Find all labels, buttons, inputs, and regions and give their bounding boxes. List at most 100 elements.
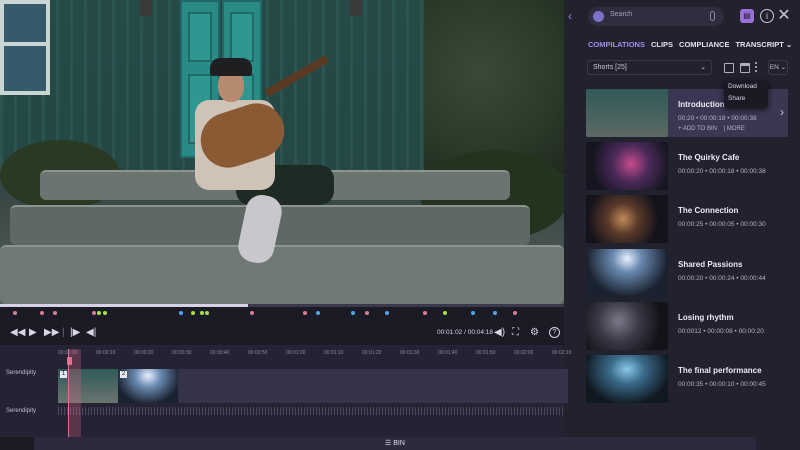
timeline-marker[interactable] [102, 311, 107, 315]
clip-item[interactable]: Losing rhythm 00:0012 • 00:00:08 • 00:00… [586, 302, 788, 350]
search-placeholder: Search [610, 11, 633, 18]
clip-title: Losing rhythm [678, 313, 734, 322]
shorts-dropdown[interactable]: Shorts [25] ⌄ [587, 60, 712, 75]
clip-time: 00:00:35 • 00:00:10 • 00:00:45 [678, 381, 766, 388]
timeline-ruler: 00:00:00 00:00:10 00:00:20 00:00:30 00:00:40… [58, 349, 571, 359]
track-label: Serendipity [6, 370, 37, 376]
ruler-tick: 00:00:30 [172, 350, 192, 356]
info-icon[interactable]: i [760, 9, 774, 23]
ruler-tick: 00:00:40 [210, 350, 230, 356]
clip-item[interactable]: The final performance 00:00:35 • 00:00:1… [586, 355, 788, 403]
language-select[interactable]: EN ⌄ [768, 60, 788, 75]
timeline-marker[interactable] [442, 311, 447, 315]
timeline-marker[interactable] [204, 311, 209, 315]
timeline-marker[interactable] [13, 311, 18, 315]
menu-item-share[interactable]: Share [724, 92, 768, 104]
timeline-marker[interactable] [423, 311, 428, 315]
clip-title: The Quirky Cafe [678, 153, 740, 162]
video-track[interactable]: 1 2 [58, 369, 568, 403]
timeline-clip[interactable]: 1 [58, 369, 118, 403]
timeline-marker[interactable] [179, 311, 184, 315]
divider: | [62, 327, 65, 338]
clip-thumbnail [586, 302, 668, 350]
next-frame-icon[interactable]: |▶ [70, 327, 80, 339]
wall-lamp [350, 0, 362, 16]
clip-item[interactable]: Shared Passions 00:00:20 • 00:00:24 • 00… [586, 249, 788, 297]
menu-item-download[interactable]: Download [724, 80, 768, 92]
settings-gear-icon[interactable]: ⚙ [530, 327, 539, 339]
timeline-marker[interactable] [492, 311, 497, 315]
playhead-handle[interactable] [67, 357, 72, 365]
fast-forward-icon[interactable]: ▶▶ [44, 327, 59, 339]
timeline-marker[interactable] [471, 311, 476, 315]
play-icon[interactable]: ▶ [29, 327, 37, 339]
add-to-bin-button[interactable]: + ADD TO BIN [678, 126, 717, 132]
progress-fill [0, 304, 249, 307]
clip-time: 00:00:20 • 00:00:18 • 00:00:38 [678, 168, 766, 175]
audio-waveform[interactable] [58, 407, 564, 415]
checkbox-icon[interactable] [724, 63, 734, 73]
tab-clips[interactable]: CLIPS [651, 40, 673, 52]
options-menu: Download Share [724, 80, 768, 108]
collapse-panel-icon[interactable]: ‹ [564, 8, 576, 24]
timeline-marker[interactable] [190, 311, 195, 315]
timeline-marker[interactable] [97, 311, 102, 315]
timeline-marker[interactable] [303, 311, 308, 315]
volume-icon[interactable]: ◀) [494, 327, 505, 339]
playback-progress-bar[interactable] [0, 304, 564, 307]
ruler-tick: 00:02:00 [514, 350, 534, 356]
clip-item[interactable]: The Connection 00:00:25 • 00:00:05 • 00:… [586, 195, 788, 243]
tab-transcript[interactable]: TRANSCRIPT ⌄ [735, 40, 792, 52]
timeline-marker[interactable] [512, 311, 517, 315]
clip-title: Introduction t [678, 100, 730, 109]
timecode: 00:01:02 / 00:04:18 [437, 329, 494, 336]
timeline-marker[interactable] [39, 311, 44, 315]
microphone-icon[interactable] [710, 11, 715, 21]
timeline-marker[interactable] [316, 311, 321, 315]
search-field[interactable]: Search [588, 7, 724, 26]
timeline-marker[interactable] [199, 311, 204, 315]
timeline[interactable]: 00:00:00 00:00:10 00:00:20 00:00:30 00:00:40… [0, 345, 571, 437]
timeline-marker[interactable] [385, 311, 390, 315]
ruler-tick: 00:01:20 [362, 350, 382, 356]
ruler-tick: 00:02:10 [552, 350, 572, 356]
clip-thumbnail [586, 355, 668, 403]
ruler-tick: 00:01:00 [286, 350, 306, 356]
clip-time: 00:20 • 00:00:18 • 00:00:38 [678, 115, 757, 122]
stone-step [0, 245, 564, 304]
timeline-marker[interactable] [365, 311, 370, 315]
timeline-marker[interactable] [351, 311, 356, 315]
tab-compilations[interactable]: COMPILATIONS [588, 40, 645, 52]
timeline-marker[interactable] [250, 311, 255, 315]
clip-time: 00:00:20 • 00:00:24 • 00:00:44 [678, 275, 766, 282]
ruler-tick: 00:00:50 [248, 350, 268, 356]
close-icon[interactable]: ✕ [777, 8, 791, 24]
bin-bar[interactable]: ☰ BIN [34, 437, 756, 450]
more-button[interactable]: | MORE [724, 126, 745, 132]
clip-time: 00:00:25 • 00:00:05 • 00:00:30 [678, 221, 766, 228]
tab-compliance[interactable]: COMPLIANCE [679, 40, 729, 52]
help-icon[interactable]: ? [549, 327, 560, 338]
video-player[interactable] [0, 0, 564, 304]
clip-time: 00:0012 • 00:00:08 • 00:00:20 [678, 328, 764, 335]
clip-title: The final performance [678, 366, 762, 375]
side-panel: ‹ Search ▤ i ✕ COMPILATIONS CLIPS COMPLI… [564, 0, 800, 450]
timeline-marker[interactable] [53, 311, 58, 315]
house-window [0, 0, 50, 95]
clip-number: 2 [120, 371, 127, 378]
clip-title: The Connection [678, 206, 739, 215]
rewind-icon[interactable]: ◀◀ [10, 327, 25, 339]
bin-bag-icon[interactable]: ▤ [740, 9, 754, 23]
window-icon[interactable] [740, 63, 750, 73]
clip-item[interactable]: The Quirky Cafe 00:00:20 • 00:00:18 • 00… [586, 142, 788, 190]
person-hat [210, 58, 252, 76]
ruler-tick: 00:00:10 [96, 350, 116, 356]
timeline-clip[interactable]: 2 [118, 369, 178, 403]
track-label: Serendipity [6, 408, 37, 414]
prev-frame-icon[interactable]: ◀| [86, 327, 96, 339]
ruler-tick: 00:01:30 [400, 350, 420, 356]
fullscreen-icon[interactable]: ⛶ [512, 327, 519, 339]
timeline-marker[interactable] [92, 311, 97, 315]
chevron-right-icon[interactable]: › [780, 105, 784, 119]
more-options-icon[interactable] [755, 62, 759, 73]
